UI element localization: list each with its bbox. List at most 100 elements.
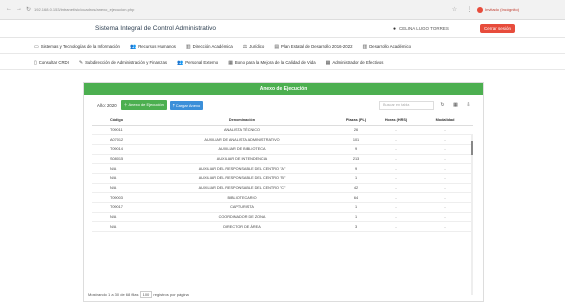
cell-denominacion: DIRECTOR DE ÁREA <box>147 221 337 233</box>
menu2-item-3[interactable]: ▦ Bono para la Mejora de la Calidad de Vi… <box>228 60 315 66</box>
table-header-row: Código Denominación Plazas (PL) Horas (H… <box>92 115 473 126</box>
cell-horas: - <box>375 163 417 174</box>
cell-codigo: N/A <box>92 173 147 184</box>
cell-codigo: N/A <box>92 163 147 174</box>
cell-plazas: 9 <box>337 144 375 155</box>
header-plazas[interactable]: Plazas (PL) <box>337 115 375 126</box>
menu1-item-1[interactable]: 👥 Recursos Humanos <box>130 44 176 50</box>
anexo-table: Código Denominación Plazas (PL) Horas (H… <box>92 115 473 233</box>
table-row[interactable]: N/A AUXILIAR DEL RESPONSABLE DEL CENTRO "… <box>92 163 473 174</box>
table-scrollbar[interactable] <box>471 135 473 295</box>
menu1-item-label: Sistemas y Tecnologías de la Información <box>40 44 120 49</box>
logout-button[interactable]: Cerrar sesión <box>479 24 515 33</box>
anexo-ejecucion-button[interactable]: ＋ Anexo de Ejecución <box>120 100 167 110</box>
table-row[interactable]: T09017 CAPTURISTA 1- - <box>92 202 473 213</box>
table-row[interactable]: T09011 ANALISTA TÉCNICO 26- - <box>92 125 473 136</box>
header-horas[interactable]: Horas (HRS) <box>375 115 417 126</box>
cell-denominacion: AUXILIAR DEL RESPONSABLE DEL CENTRO "B" <box>147 173 337 184</box>
menu1-item-4[interactable]: ▤ Plan Estatal de Desarrollo 2016-2022 <box>274 44 352 50</box>
table-row[interactable]: N/A AUXILIAR DEL RESPONSABLE DEL CENTRO "… <box>92 173 473 184</box>
cell-horas: - <box>375 192 417 203</box>
menu1-item-label: Recursos Humanos <box>138 44 176 49</box>
address-bar[interactable]: 192.168.0.153/intranet/sic/cuadros/anexo… <box>30 5 447 15</box>
cell-denominacion: CAPTURISTA <box>147 202 337 213</box>
cell-modalidad: - <box>417 154 473 165</box>
menu1-item-label: Jurídico <box>249 44 265 49</box>
menu1-item-label: Dirección Académica <box>192 44 233 49</box>
menu2-item-label: Bono para la Mejora de la Calidad de Vid… <box>234 60 316 65</box>
cell-modalidad: - <box>417 163 473 174</box>
menu1-item-3[interactable]: ⚖ Jurídico <box>243 44 265 50</box>
users-icon: 👥 <box>176 59 184 66</box>
user-name: CELINA LUGO TORRES <box>398 26 449 31</box>
cell-plazas: 42 <box>337 183 375 194</box>
back-icon[interactable]: ← <box>6 6 12 13</box>
browser-nav: ← → ↻ <box>0 6 31 13</box>
menu2-item-0[interactable]: ▯ Consultar CRDI <box>34 60 69 66</box>
menu2-item-4[interactable]: ▦ Administrador de Efectivos <box>326 60 384 66</box>
anexo-panel: Anexo de Ejecución Año: 2020 ＋ Anexo de … <box>83 82 484 302</box>
wrench-icon: ✎ <box>78 59 84 66</box>
cell-codigo: N/A <box>92 212 147 223</box>
header-modalidad[interactable]: Modalidad <box>417 115 473 126</box>
cell-modalidad: - <box>417 192 473 203</box>
user-icon: ● <box>392 25 396 32</box>
cell-plazas: 1 <box>337 173 375 184</box>
gavel-icon: ⚖ <box>242 43 248 50</box>
scrollbar-thumb[interactable] <box>471 141 473 155</box>
cell-modalidad: - <box>417 221 473 233</box>
building-icon: ▥ <box>185 43 191 50</box>
menu2-item-2[interactable]: 👥 Personal Externo <box>177 60 218 66</box>
table-row[interactable]: S08015 AUXILIAR DE INTENDENCIA 213- - <box>92 154 473 165</box>
panel-title: Anexo de Ejecución <box>84 83 483 95</box>
menu1-item-label: Plan Estatal de Desarrollo 2016-2022 <box>281 44 353 49</box>
cell-codigo: T09017 <box>92 202 147 213</box>
cell-plazas: 1 <box>337 212 375 223</box>
app-title: Sistema Integral de Control Administrati… <box>95 25 217 32</box>
cell-horas: - <box>375 221 417 233</box>
cell-modalidad: - <box>417 173 473 184</box>
table-row[interactable]: N/A COORDINADOR DE ZONA 1- - <box>92 212 473 223</box>
star-icon[interactable]: ☆ <box>447 6 462 13</box>
forward-icon[interactable]: → <box>16 6 22 13</box>
cell-denominacion: AUXILIAR DE ANALISTA ADMINISTRATIVO <box>147 134 337 145</box>
table-row[interactable]: A07012 AUXILIAR DE ANALISTA ADMINISTRATIV… <box>92 134 473 145</box>
cell-codigo: N/A <box>92 221 147 233</box>
table-row[interactable]: T09014 AUXILIAR DE BIBLIOTECA 9- - <box>92 144 473 155</box>
extension-icon[interactable]: ⋮ <box>462 6 477 13</box>
export-icon[interactable]: ⇩ <box>464 101 473 110</box>
menu1-item-5[interactable]: ▥ Desarrollo Académico <box>362 44 411 50</box>
cell-plazas: 26 <box>337 125 375 136</box>
table-row[interactable]: N/A DIRECTOR DE ÁREA 3- - <box>92 221 473 233</box>
table-row[interactable]: T09003 BIBLIOTECARIO 64- - <box>92 192 473 203</box>
grid-icon: ▦ <box>228 59 233 66</box>
header-denominacion[interactable]: Denominación <box>147 115 337 126</box>
cargar-button-label: Cargar Anexo <box>175 102 201 108</box>
page-size-select[interactable]: 100 <box>139 291 153 298</box>
menu2-item-1[interactable]: ✎ Subdirección de Administración y Finanz… <box>79 60 167 66</box>
menu1-item-2[interactable]: ▥ Dirección Académica <box>186 44 233 50</box>
columns-icon[interactable]: ▦ <box>451 101 460 110</box>
refresh-icon[interactable]: ↻ <box>438 101 447 110</box>
cell-codigo: T09011 <box>92 125 147 136</box>
browser-profile[interactable]: Invitado (Incógnito) <box>477 5 565 15</box>
cell-codigo: A07012 <box>92 134 147 145</box>
header-codigo[interactable]: Código <box>92 115 147 126</box>
menu1-item-0[interactable]: ▭ Sistemas y Tecnologías de la Informació… <box>34 44 120 50</box>
cell-denominacion: AUXILIAR DEL RESPONSABLE DEL CENTRO "C" <box>147 183 337 194</box>
pagination-summary: Mostrando 1 a 30 de 68 filas <box>88 292 139 297</box>
browser-toolbar: ← → ↻ 192.168.0.153/intranet/sic/cuadros… <box>0 0 565 20</box>
cell-plazas: 101 <box>337 134 375 145</box>
cargar-anexo-button[interactable]: ⤒ Cargar Anexo <box>169 100 204 110</box>
page-size-label: registros por página <box>153 292 189 297</box>
cell-codigo: T09014 <box>92 144 147 155</box>
table-row[interactable]: N/A AUXILIAR DEL RESPONSABLE DEL CENTRO "… <box>92 183 473 194</box>
users-icon: 👥 <box>129 43 137 50</box>
monitor-icon: ▭ <box>34 43 39 50</box>
cell-horas: - <box>375 144 417 155</box>
user-info: ● CELINA LUGO TORRES <box>393 26 474 32</box>
menu2-item-label: Subdirección de Administración y Finanza… <box>85 60 167 65</box>
anexo-button-label: Anexo de Ejecución <box>128 102 164 107</box>
search-input[interactable]: Buscar en tabla <box>379 100 434 110</box>
cell-plazas: 64 <box>337 192 375 203</box>
